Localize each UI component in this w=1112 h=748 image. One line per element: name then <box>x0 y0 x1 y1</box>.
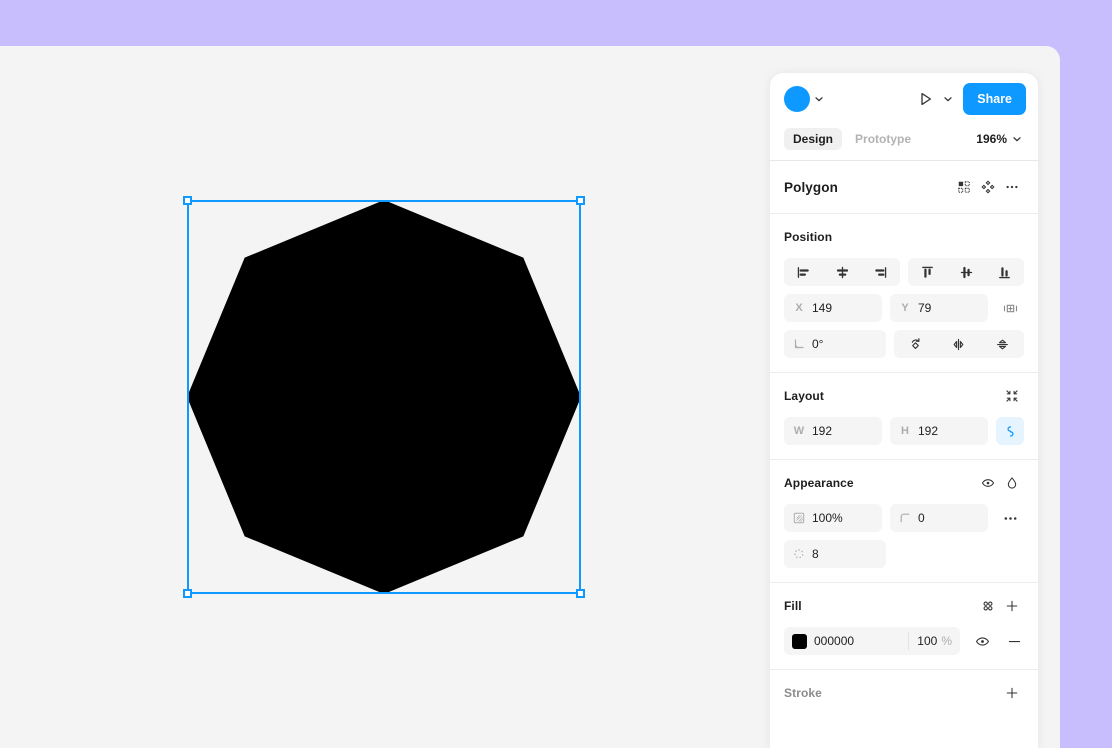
resize-to-fit-icon[interactable] <box>1000 384 1024 408</box>
share-button[interactable]: Share <box>963 83 1026 115</box>
align-vertical-center-icon[interactable] <box>947 258 986 286</box>
rotation-field[interactable]: 0° <box>784 330 886 358</box>
appearance-title: Appearance <box>784 476 854 490</box>
zoom-control[interactable]: 196% <box>976 132 1024 146</box>
fill-visibility-eye-icon[interactable] <box>968 627 996 655</box>
tab-design[interactable]: Design <box>784 127 843 150</box>
size-row: W 192 H 192 <box>784 417 1024 445</box>
stroke-section: Stroke <box>770 670 1038 718</box>
angle-icon <box>792 337 806 351</box>
create-component-icon[interactable] <box>952 175 976 199</box>
add-stroke-plus-icon[interactable] <box>1000 681 1024 705</box>
zoom-level-label: 196% <box>976 131 1007 146</box>
position-title: Position <box>784 230 833 244</box>
position-header: Position <box>784 226 1024 248</box>
align-horizontal-center-icon[interactable] <box>823 258 862 286</box>
y-position-value: 79 <box>918 301 932 315</box>
octagon-shape-icon <box>187 200 581 594</box>
app-window: Share Design Prototype 196% Polygon Posi… <box>0 46 1060 748</box>
fill-color-picker[interactable]: 000000 <box>784 633 908 649</box>
more-options-icon[interactable] <box>1000 175 1024 199</box>
corner-radius-field[interactable]: 0 <box>890 504 988 532</box>
align-top-icon[interactable] <box>908 258 947 286</box>
distribute-spacing-icon[interactable] <box>996 294 1024 322</box>
fill-opacity-value: 100 <box>917 634 938 648</box>
aspect-ratio-link-icon[interactable] <box>996 417 1024 445</box>
align-vertical-group <box>908 258 1024 286</box>
width-field[interactable]: W 192 <box>784 417 882 445</box>
fill-hex-value: 000000 <box>814 634 855 648</box>
y-position-field[interactable]: Y 79 <box>890 294 988 322</box>
rotation-row: 0° <box>784 330 1024 358</box>
avatar[interactable] <box>784 86 810 112</box>
sides-row: 8 <box>784 540 1024 568</box>
height-label: H <box>901 425 909 437</box>
alignment-row <box>784 258 1024 286</box>
object-header-section: Polygon <box>770 161 1038 214</box>
object-header: Polygon <box>784 175 1024 199</box>
layout-section: Layout W 192 H 192 <box>770 373 1038 460</box>
fill-item-row: 000000 100 % <box>784 627 1024 655</box>
chevron-down-icon[interactable] <box>810 90 828 108</box>
flip-horizontal-icon[interactable] <box>937 330 980 358</box>
corner-radius-value: 0 <box>918 511 925 525</box>
canvas-shape-polygon[interactable] <box>187 200 581 594</box>
flip-vertical-icon[interactable] <box>981 330 1024 358</box>
more-options-icon[interactable] <box>996 504 1024 532</box>
transform-group <box>894 330 1024 358</box>
opacity-value: 100% <box>812 511 843 525</box>
opacity-field[interactable]: 100% <box>784 504 882 532</box>
width-value: 192 <box>812 424 833 438</box>
position-section: Position X 149 Y 79 0° <box>770 214 1038 373</box>
boolean-union-icon[interactable] <box>976 175 1000 199</box>
fill-color-field[interactable]: 000000 100 % <box>784 627 960 655</box>
appearance-header: Appearance <box>784 472 1024 494</box>
polygon-sides-field[interactable]: 8 <box>784 540 886 568</box>
panel-toolbar: Share <box>770 73 1038 125</box>
layout-title: Layout <box>784 389 824 403</box>
y-label: Y <box>901 302 909 314</box>
properties-panel: Share Design Prototype 196% Polygon Posi… <box>770 73 1038 748</box>
opacity-radius-row: 100% 0 <box>784 504 1024 532</box>
color-swatch[interactable] <box>792 633 807 649</box>
chevron-down-icon <box>1013 136 1021 141</box>
stroke-title: Stroke <box>784 686 822 700</box>
panel-tab-bar: Design Prototype 196% <box>770 125 1038 161</box>
xy-row: X 149 Y 79 <box>784 294 1024 322</box>
align-left-icon[interactable] <box>784 258 823 286</box>
x-position-field[interactable]: X 149 <box>784 294 882 322</box>
align-right-icon[interactable] <box>861 258 900 286</box>
fill-opacity-cell[interactable]: 100 % <box>908 632 960 650</box>
stroke-header: Stroke <box>784 682 1024 704</box>
appearance-section: Appearance 100% 0 8 <box>770 460 1038 583</box>
tab-prototype[interactable]: Prototype <box>846 128 920 150</box>
object-name-label: Polygon <box>784 179 838 195</box>
align-bottom-icon[interactable] <box>985 258 1024 286</box>
layout-header: Layout <box>784 385 1024 407</box>
fill-styles-icon[interactable] <box>976 594 1000 618</box>
height-value: 192 <box>918 424 939 438</box>
fill-header: Fill <box>784 595 1024 617</box>
width-label: W <box>793 425 805 437</box>
eye-icon[interactable] <box>976 471 1000 495</box>
align-horizontal-group <box>784 258 900 286</box>
fill-section: Fill 000000 100 % <box>770 583 1038 670</box>
rotation-value: 0° <box>812 337 824 351</box>
add-fill-plus-icon[interactable] <box>1000 594 1024 618</box>
fill-title: Fill <box>784 599 802 613</box>
remove-fill-minus-icon[interactable] <box>1004 627 1024 655</box>
polygon-sides-value: 8 <box>812 547 819 561</box>
height-field[interactable]: H 192 <box>890 417 988 445</box>
corner-radius-icon <box>898 511 912 525</box>
present-options-chevron-down-icon[interactable] <box>939 90 957 108</box>
percent-symbol: % <box>941 634 952 648</box>
polygon-sides-icon <box>792 547 806 561</box>
blend-mode-icon[interactable] <box>1000 471 1024 495</box>
rotate-icon[interactable] <box>894 330 937 358</box>
play-icon[interactable] <box>913 86 939 112</box>
opacity-icon <box>792 511 806 525</box>
x-label: X <box>795 302 803 314</box>
x-position-value: 149 <box>812 301 833 315</box>
